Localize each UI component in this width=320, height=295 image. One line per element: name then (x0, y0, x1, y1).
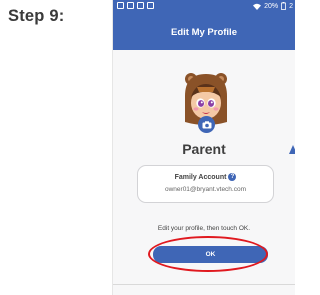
family-account-card: Family Account? owner01@bryant.vtech.com (137, 165, 274, 203)
battery-percent: 20% (264, 2, 279, 10)
instruction-text: Edit your profile, then touch OK. (157, 225, 251, 232)
camera-icon (202, 120, 211, 128)
arrow-up-icon (289, 145, 295, 154)
notification-icon (137, 2, 144, 9)
help-icon[interactable]: ? (228, 173, 237, 181)
app-header: Edit My Profile (113, 14, 295, 50)
family-account-email: owner01@bryant.vtech.com (164, 186, 247, 193)
battery-icon (281, 2, 286, 10)
wifi-icon (253, 3, 262, 10)
family-account-title-row: Family Account? (138, 173, 273, 181)
camera-button[interactable] (198, 116, 215, 133)
profile-name[interactable]: Parent (113, 141, 295, 157)
notification-icon (127, 2, 134, 9)
status-time: 2 (289, 2, 293, 10)
status-bar-system-icons: 20% 2 (253, 2, 293, 10)
page-title: Edit My Profile (171, 26, 237, 38)
status-bar-notification-icons (117, 2, 154, 9)
status-bar: 20% 2 (113, 0, 295, 14)
family-account-title: Family Account (174, 173, 227, 181)
step-label: Step 9: (8, 7, 65, 25)
divider (113, 284, 295, 285)
notification-icon (117, 2, 124, 9)
highlight-ring (148, 236, 268, 272)
notification-icon (147, 2, 154, 9)
